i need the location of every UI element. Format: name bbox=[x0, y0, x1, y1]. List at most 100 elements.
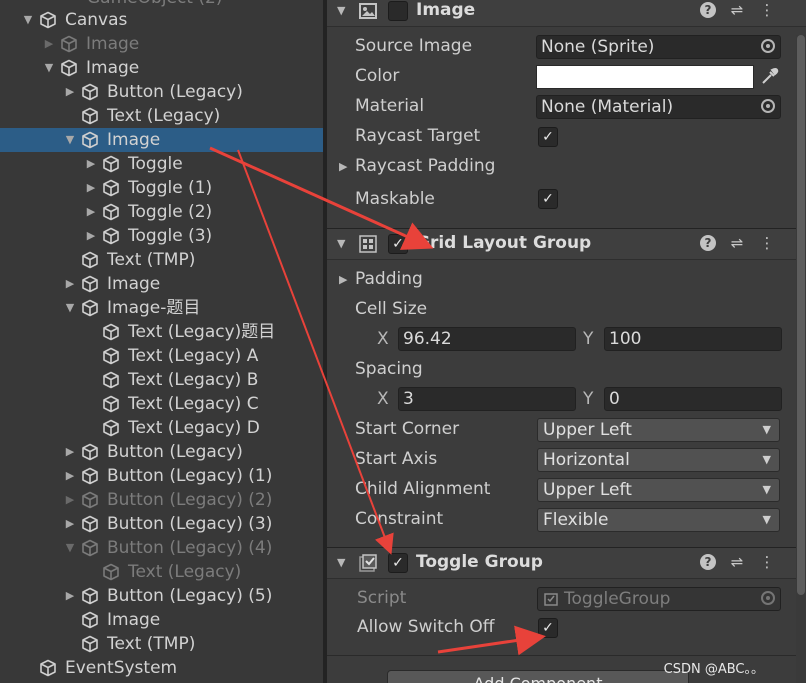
material-field[interactable]: None (Material) bbox=[536, 95, 781, 119]
hierarchy-item[interactable]: ▶ Image bbox=[0, 32, 323, 56]
eyedropper-icon[interactable] bbox=[757, 65, 781, 89]
more-menu-icon[interactable]: ⋮ bbox=[758, 1, 776, 19]
gameobject-cube-icon bbox=[60, 35, 78, 53]
expand-arrow-icon[interactable]: ▼ bbox=[21, 8, 35, 32]
foldout-arrow-icon[interactable]: ▶ bbox=[339, 160, 347, 173]
foldout-arrow-icon[interactable]: ▼ bbox=[337, 556, 345, 569]
constraint-dropdown[interactable]: Flexible ▼ bbox=[537, 508, 780, 532]
more-menu-icon[interactable]: ⋮ bbox=[758, 234, 776, 252]
image-component-header[interactable]: ▼ Image ? ⇌ ⋮ bbox=[327, 0, 806, 27]
collapse-arrow-icon[interactable]: ▶ bbox=[63, 512, 77, 536]
allow-switch-off-checkbox[interactable]: ✓ bbox=[538, 618, 558, 638]
help-icon[interactable]: ? bbox=[700, 2, 716, 18]
more-menu-icon[interactable]: ⋮ bbox=[758, 553, 776, 571]
collapse-arrow-icon[interactable]: ▶ bbox=[63, 584, 77, 608]
toggle-group-enabled-checkbox[interactable]: ✓ bbox=[388, 553, 408, 573]
hierarchy-item[interactable]: ▶ Button (Legacy) bbox=[0, 440, 323, 464]
expand-arrow-icon[interactable]: ▼ bbox=[63, 536, 77, 560]
hierarchy-item[interactable]: ▶ Toggle (3) bbox=[0, 224, 323, 248]
hierarchy-item[interactable]: Text (Legacy) B bbox=[0, 368, 323, 392]
hierarchy-item[interactable]: EventSystem bbox=[0, 656, 323, 680]
grid-layout-group-header[interactable]: ▼ ✓ Grid Layout Group ? ⇌ ⋮ bbox=[327, 228, 806, 260]
gameobject-cube-icon bbox=[102, 203, 120, 221]
start-corner-dropdown[interactable]: Upper Left ▼ bbox=[537, 418, 780, 442]
hierarchy-item[interactable]: ▶ Toggle bbox=[0, 152, 323, 176]
child-alignment-dropdown[interactable]: Upper Left ▼ bbox=[537, 478, 780, 502]
hierarchy-item[interactable]: ▶ Image bbox=[0, 272, 323, 296]
grid-layout-enabled-checkbox[interactable]: ✓ bbox=[388, 234, 408, 254]
object-picker-icon[interactable] bbox=[761, 39, 775, 53]
gameobject-cube-icon bbox=[81, 83, 99, 101]
hierarchy-item[interactable]: Text (TMP) bbox=[0, 248, 323, 272]
hierarchy-item[interactable]: ▼ Button (Legacy) (4) bbox=[0, 536, 323, 560]
raycast-target-checkbox[interactable]: ✓ bbox=[538, 127, 558, 147]
hierarchy-item[interactable]: ▶ Toggle (2) bbox=[0, 200, 323, 224]
hierarchy-item[interactable]: ▶ Button (Legacy) (1) bbox=[0, 464, 323, 488]
foldout-arrow-icon[interactable]: ▶ bbox=[339, 273, 347, 286]
collapse-arrow-icon[interactable]: ▶ bbox=[63, 440, 77, 464]
expand-arrow-icon[interactable]: ▼ bbox=[42, 56, 56, 80]
foldout-arrow-icon[interactable]: ▼ bbox=[337, 237, 345, 250]
hierarchy-item[interactable]: Text (Legacy)题目 bbox=[0, 320, 323, 344]
scrollbar-thumb[interactable] bbox=[797, 35, 805, 595]
hierarchy-item[interactable]: ▼ Canvas bbox=[0, 8, 323, 32]
hierarchy-item[interactable]: ▶ Button (Legacy) (5) bbox=[0, 584, 323, 608]
hierarchy-item[interactable]: ▶ Button (Legacy) (2) bbox=[0, 488, 323, 512]
collapse-arrow-icon[interactable]: ▶ bbox=[63, 488, 77, 512]
hierarchy-item[interactable]: Text (Legacy) D bbox=[0, 416, 323, 440]
hierarchy-item[interactable]: Text (Legacy) bbox=[0, 560, 323, 584]
hierarchy-item[interactable]: ▶ Button (Legacy) (3) bbox=[0, 512, 323, 536]
collapse-arrow-icon[interactable]: ▶ bbox=[84, 200, 98, 224]
expand-arrow-icon[interactable]: ▼ bbox=[63, 296, 77, 320]
inspector-scrollbar[interactable] bbox=[796, 35, 806, 683]
hierarchy-item[interactable]: ▼ Image-题目 bbox=[0, 296, 323, 320]
expand-arrow-icon[interactable]: ▼ bbox=[63, 128, 77, 152]
maskable-checkbox[interactable]: ✓ bbox=[538, 189, 558, 209]
collapse-arrow-icon[interactable]: ▶ bbox=[63, 80, 77, 104]
source-image-label: Source Image bbox=[355, 36, 473, 56]
source-image-field[interactable]: None (Sprite) bbox=[536, 35, 781, 59]
padding-label[interactable]: Padding bbox=[355, 269, 423, 289]
collapse-arrow-icon[interactable]: ▶ bbox=[84, 176, 98, 200]
toggle-group-header[interactable]: ▼ ✓ Toggle Group ? ⇌ ⋮ bbox=[327, 547, 806, 579]
cell-size-x-field[interactable]: 96.42 bbox=[398, 327, 576, 351]
gameobject-cube-icon bbox=[39, 11, 57, 29]
object-picker-icon[interactable] bbox=[761, 99, 775, 113]
hierarchy-item[interactable]: ▶ Toggle (1) bbox=[0, 176, 323, 200]
spacing-x-field[interactable]: 3 bbox=[398, 387, 576, 411]
hierarchy-item[interactable]: Text (Legacy) C bbox=[0, 392, 323, 416]
collapse-arrow-icon[interactable]: ▶ bbox=[42, 32, 56, 56]
hierarchy-item[interactable]: Image bbox=[0, 608, 323, 632]
hierarchy-item-label: Button (Legacy) (4) bbox=[107, 538, 273, 558]
presets-icon[interactable]: ⇌ bbox=[728, 1, 746, 19]
collapse-arrow-icon[interactable]: ▶ bbox=[84, 152, 98, 176]
hierarchy-item[interactable]: Text (Legacy) A bbox=[0, 344, 323, 368]
presets-icon[interactable]: ⇌ bbox=[728, 234, 746, 252]
spacing-y-field[interactable]: 0 bbox=[604, 387, 782, 411]
hierarchy-item-label: Text (Legacy) A bbox=[128, 346, 259, 366]
hierarchy-item[interactable]: ▶ Button (Legacy) bbox=[0, 80, 323, 104]
raycast-padding-label[interactable]: Raycast Padding bbox=[355, 156, 495, 176]
cell-size-y-field[interactable]: 100 bbox=[604, 327, 782, 351]
presets-icon[interactable]: ⇌ bbox=[728, 553, 746, 571]
hierarchy-item-label: Text (Legacy) B bbox=[128, 370, 259, 390]
hierarchy-item[interactable]: Text (Legacy) bbox=[0, 104, 323, 128]
color-field[interactable] bbox=[536, 65, 754, 89]
hierarchy-item[interactable]: ▼ Image bbox=[0, 128, 323, 152]
script-label: Script bbox=[357, 588, 407, 608]
help-icon[interactable]: ? bbox=[700, 235, 716, 251]
cell-size-x-label: X bbox=[377, 329, 389, 349]
help-icon[interactable]: ? bbox=[700, 554, 716, 570]
hierarchy-item[interactable]: Text (TMP) bbox=[0, 632, 323, 656]
add-component-button[interactable]: Add Component bbox=[387, 670, 689, 683]
collapse-arrow-icon[interactable]: ▶ bbox=[63, 464, 77, 488]
collapse-arrow-icon[interactable]: ▶ bbox=[63, 272, 77, 296]
hierarchy-item-label: Image bbox=[107, 610, 161, 630]
start-axis-dropdown[interactable]: Horizontal ▼ bbox=[537, 448, 780, 472]
gameobject-cube-icon bbox=[102, 155, 120, 173]
hierarchy-item-label: Image-题目 bbox=[107, 298, 201, 318]
hierarchy-item[interactable]: ▼ Image bbox=[0, 56, 323, 80]
collapse-arrow-icon[interactable]: ▶ bbox=[84, 224, 98, 248]
image-enabled-checkbox[interactable] bbox=[388, 1, 408, 21]
foldout-arrow-icon[interactable]: ▼ bbox=[337, 4, 345, 17]
